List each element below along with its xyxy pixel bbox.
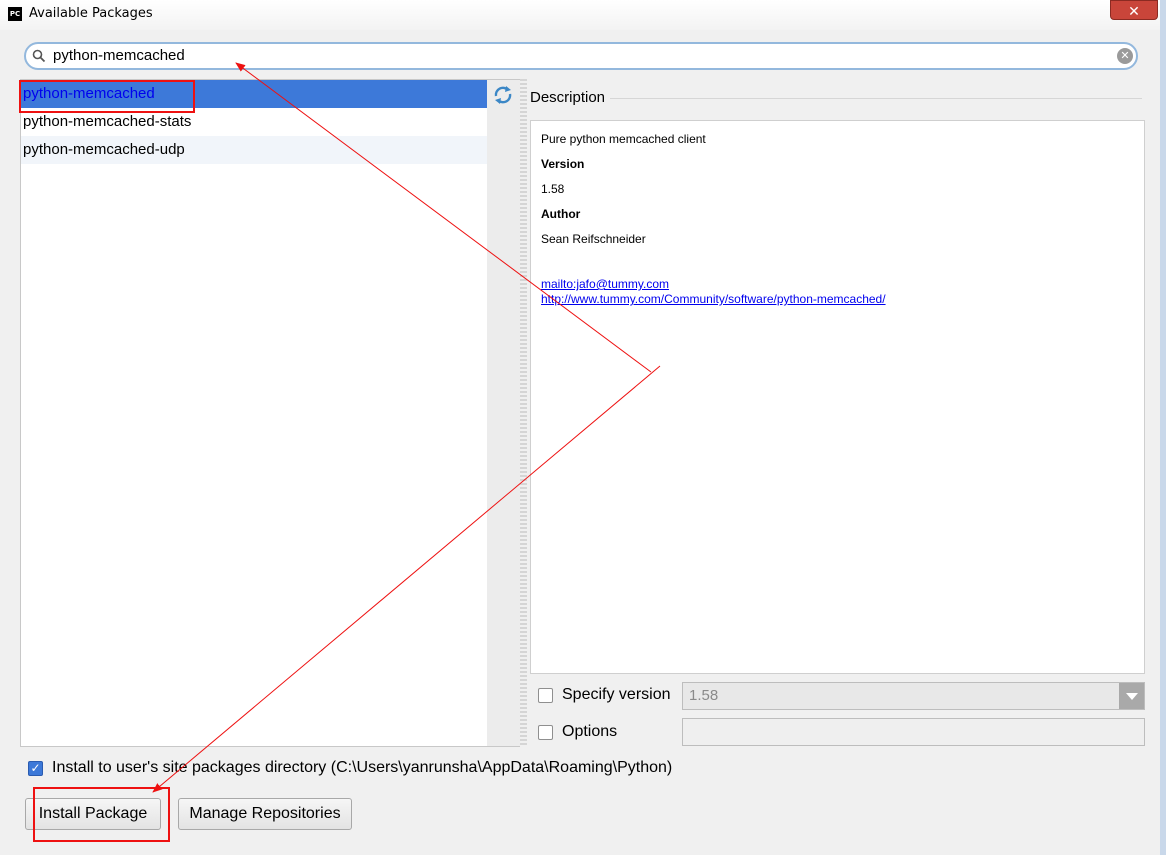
email-link[interactable]: mailto:jafo@tummy.com bbox=[541, 277, 669, 291]
title-bar: PC Available Packages ✕ bbox=[0, 0, 1160, 30]
author-label: Author bbox=[541, 207, 581, 221]
list-item[interactable]: python-memcached-stats bbox=[21, 108, 487, 136]
version-label: Version bbox=[541, 157, 585, 171]
author-value: Sean Reifschneider bbox=[541, 232, 646, 246]
install-user-label: Install to user's site packages director… bbox=[52, 759, 673, 776]
package-summary: Pure python memcached client bbox=[541, 132, 706, 146]
specify-version-checkbox[interactable] bbox=[538, 688, 553, 703]
list-item[interactable]: python-memcached bbox=[21, 80, 487, 108]
install-user-checkbox[interactable]: ✓ bbox=[28, 761, 43, 776]
window-title: Available Packages bbox=[29, 6, 153, 21]
package-name: python-memcached-udp bbox=[23, 141, 185, 158]
options-label: Options bbox=[562, 723, 618, 740]
specify-version-label: Specify version bbox=[562, 686, 671, 703]
pycharm-app-icon: PC bbox=[8, 7, 22, 21]
search-input[interactable]: python-memcached bbox=[53, 47, 185, 64]
version-select[interactable]: 1.58 bbox=[682, 682, 1145, 710]
clear-search-icon[interactable]: ✕ bbox=[1117, 48, 1133, 64]
package-name: python-memcached bbox=[23, 85, 155, 102]
description-header: Description bbox=[530, 89, 606, 106]
list-item[interactable]: python-memcached-udp bbox=[21, 136, 487, 164]
version-select-value: 1.58 bbox=[689, 687, 719, 704]
options-input[interactable] bbox=[682, 718, 1145, 746]
close-button[interactable]: ✕ bbox=[1110, 0, 1158, 20]
description-separator bbox=[610, 98, 1142, 99]
available-packages-dialog: PC Available Packages ✕ python-memcached… bbox=[0, 0, 1166, 855]
refresh-icon[interactable] bbox=[492, 84, 514, 106]
install-package-button[interactable]: Install Package bbox=[25, 798, 161, 830]
package-search-field[interactable]: python-memcached ✕ bbox=[24, 42, 1138, 70]
chevron-down-icon[interactable] bbox=[1119, 683, 1144, 709]
description-panel: Pure python memcached client Version 1.5… bbox=[530, 120, 1145, 674]
panel-splitter[interactable] bbox=[520, 79, 527, 747]
list-toolbar bbox=[487, 79, 520, 747]
package-name: python-memcached-stats bbox=[23, 113, 192, 130]
version-value: 1.58 bbox=[541, 182, 565, 196]
manage-repositories-button[interactable]: Manage Repositories bbox=[178, 798, 352, 830]
search-icon[interactable] bbox=[32, 49, 46, 63]
options-checkbox[interactable] bbox=[538, 725, 553, 740]
package-list[interactable]: python-memcached python-memcached-stats … bbox=[20, 79, 488, 747]
homepage-link[interactable]: http://www.tummy.com/Community/software/… bbox=[541, 292, 886, 306]
